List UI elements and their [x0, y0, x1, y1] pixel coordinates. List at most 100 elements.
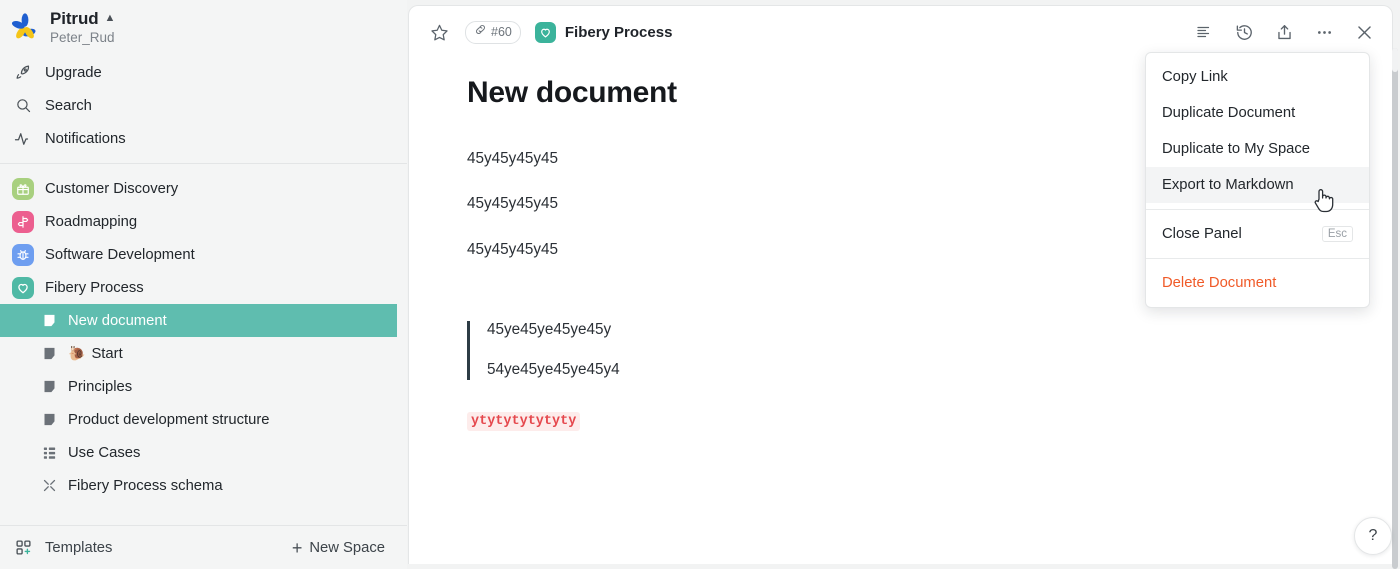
sidebar: Pitrud ▲ Peter_Rud Upgrade Search Notifi… — [0, 0, 407, 569]
search-icon — [12, 95, 34, 117]
workspace-header[interactable]: Pitrud ▲ Peter_Rud — [0, 0, 407, 48]
snail-emoji-icon: 🐌 — [68, 345, 86, 361]
toolbar-actions — [1190, 18, 1378, 46]
star-outline-icon[interactable] — [425, 18, 453, 46]
schema-scatter-icon — [40, 477, 58, 495]
sidebar-document-fibery-process-schema[interactable]: Fibery Process schema — [0, 469, 407, 502]
menu-item-label: Close Panel — [1162, 226, 1242, 242]
templates-grid-icon — [12, 537, 34, 559]
menu-item-label: Duplicate to My Space — [1162, 141, 1311, 157]
workspace-name-row: Pitrud ▲ — [50, 9, 115, 29]
sidebar-space-customer-discovery[interactable]: Customer Discovery — [0, 172, 407, 205]
fibery-pinwheel-logo-icon — [10, 12, 40, 42]
sidebar-space-roadmapping[interactable]: Roadmapping — [0, 205, 407, 238]
templates-button[interactable]: Templates — [12, 537, 112, 559]
document-icon — [40, 378, 58, 396]
vertical-scrollbar-thumb[interactable] — [1392, 48, 1398, 72]
inline-code-text: ytytytytytyty — [467, 411, 581, 431]
sidebar-document-label: Product development structure — [68, 412, 270, 428]
sidebar-document-label: Fibery Process schema — [68, 478, 223, 494]
document-icon — [40, 411, 58, 429]
sidebar-document-label: 🐌 Start — [68, 345, 123, 362]
workspace-user: Peter_Rud — [50, 30, 115, 45]
sidebar-document-use-cases[interactable]: Use Cases — [0, 436, 407, 469]
outline-list-icon[interactable] — [1190, 18, 1218, 46]
menu-item-label: Copy Link — [1162, 69, 1228, 85]
menu-item-copy-link[interactable]: Copy Link — [1146, 59, 1369, 95]
link-chain-icon — [474, 23, 487, 41]
sidebar-document-label: New document — [68, 313, 167, 329]
sidebar-divider — [0, 163, 407, 164]
help-button[interactable]: ? — [1354, 517, 1392, 555]
sidebar-document-new-document[interactable]: New document — [0, 304, 397, 337]
signpost-icon — [12, 210, 34, 233]
menu-item-export-to-markdown[interactable]: Export to Markdown — [1146, 167, 1369, 203]
sidebar-item-upgrade[interactable]: Upgrade — [0, 56, 407, 89]
blockquote-line: 54ye45ye45ye45y4 — [487, 361, 620, 379]
more-ellipsis-icon[interactable] — [1310, 18, 1338, 46]
activity-pulse-icon — [12, 128, 34, 150]
sidebar-nav-list: Upgrade Search Notifications — [0, 56, 407, 155]
share-upload-icon[interactable] — [1270, 18, 1298, 46]
app-root: Pitrud ▲ Peter_Rud Upgrade Search Notifi… — [0, 0, 1400, 569]
menu-item-label: Export to Markdown — [1162, 177, 1294, 193]
sidebar-item-label: Search — [45, 97, 92, 114]
sidebar-document-text: New document — [68, 312, 167, 329]
chevron-up-icon[interactable]: ▲ — [105, 12, 116, 24]
heart-icon — [12, 276, 34, 299]
sidebar-space-fibery-process[interactable]: Fibery Process — [0, 271, 407, 304]
workspace-texts: Pitrud ▲ Peter_Rud — [50, 9, 115, 45]
document-icon — [40, 312, 58, 330]
close-x-icon[interactable] — [1350, 18, 1378, 46]
blockquote-line: 45ye45ye45ye45y — [487, 321, 612, 339]
sidebar-document-text: Use Cases — [68, 444, 141, 461]
sidebar-space-label: Roadmapping — [45, 213, 138, 230]
document-context-menu: Copy Link Duplicate Document Duplicate t… — [1145, 52, 1370, 308]
sidebar-footer: Templates + New Space — [0, 525, 407, 569]
sidebar-document-text: Product development structure — [68, 411, 270, 428]
sidebar-document-label: Principles — [68, 379, 132, 395]
menu-separator — [1146, 209, 1369, 210]
sidebar-item-label: Notifications — [45, 130, 126, 147]
vertical-scrollbar-track[interactable] — [1392, 48, 1398, 569]
sidebar-item-notifications[interactable]: Notifications — [0, 122, 407, 155]
menu-item-duplicate-document[interactable]: Duplicate Document — [1146, 95, 1369, 131]
sidebar-document-product-development-structure[interactable]: Product development structure — [0, 403, 407, 436]
sidebar-space-label: Software Development — [45, 246, 195, 263]
menu-item-label: Duplicate Document — [1162, 105, 1296, 121]
new-space-label: New Space — [309, 539, 385, 556]
menu-item-shortcut: Esc — [1321, 226, 1353, 242]
heart-icon — [534, 21, 556, 43]
grid-list-icon — [40, 444, 58, 462]
workspace-name: Pitrud — [50, 9, 99, 28]
menu-separator — [1146, 258, 1369, 259]
document-code-line[interactable]: ytytytytytyty — [467, 411, 1392, 431]
history-clock-icon[interactable] — [1230, 18, 1258, 46]
sidebar-space-software-development[interactable]: Software Development — [0, 238, 407, 271]
breadcrumb[interactable]: Fibery Process — [534, 21, 673, 43]
breadcrumb-space-label: Fibery Process — [564, 23, 673, 41]
sidebar-item-label: Upgrade — [45, 64, 102, 81]
sidebar-space-label: Fibery Process — [45, 279, 144, 296]
panel-toolbar: #60 Fibery Process — [409, 6, 1392, 58]
menu-item-delete-document[interactable]: Delete Document — [1146, 265, 1369, 301]
gift-icon — [12, 177, 34, 200]
new-space-button[interactable]: + New Space — [292, 539, 385, 557]
sidebar-document-text: Principles — [68, 378, 133, 395]
document-icon — [40, 345, 58, 363]
menu-item-close-panel[interactable]: Close Panel Esc — [1146, 216, 1369, 252]
sidebar-item-search[interactable]: Search — [0, 89, 407, 122]
menu-item-duplicate-to-my-space[interactable]: Duplicate to My Space — [1146, 131, 1369, 167]
templates-label: Templates — [45, 539, 113, 556]
reference-badge[interactable]: #60 — [465, 20, 521, 44]
sidebar-document-principles[interactable]: Principles — [0, 370, 407, 403]
sidebar-document-text: Start — [91, 345, 123, 362]
document-blockquote[interactable]: 45ye45ye45ye45y 54ye45ye45ye45y4 — [467, 321, 1392, 380]
menu-item-label: Delete Document — [1162, 275, 1277, 291]
sidebar-document-label: Use Cases — [68, 445, 140, 461]
sidebar-document-start[interactable]: 🐌 Start — [0, 337, 407, 370]
bug-icon — [12, 243, 34, 266]
sidebar-document-text: Fibery Process schema — [68, 477, 223, 494]
reference-badge-number: #60 — [491, 25, 512, 39]
plus-icon: + — [291, 537, 303, 558]
